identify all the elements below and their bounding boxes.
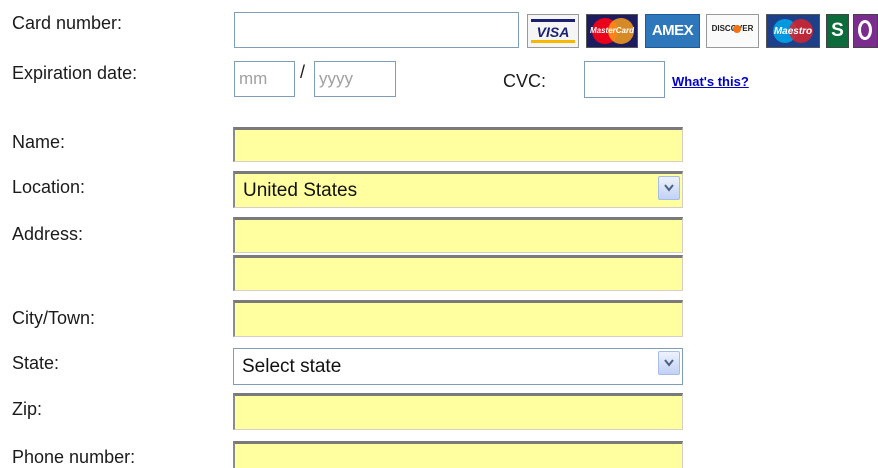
city-label: City/Town: — [12, 308, 96, 328]
state-selected-value: Select state — [242, 355, 342, 377]
expiration-month-input[interactable]: mm — [234, 61, 295, 97]
city-input[interactable] — [233, 300, 683, 337]
expiration-date-label: Expiration date: — [12, 63, 138, 83]
phone-label: Phone number: — [12, 447, 136, 467]
name-label: Name: — [12, 132, 66, 152]
card-number-input[interactable] — [234, 12, 519, 48]
name-input[interactable] — [233, 127, 683, 162]
location-select[interactable]: United States — [233, 171, 683, 208]
chevron-down-icon[interactable] — [658, 176, 680, 200]
location-label: Location: — [12, 177, 86, 197]
expiration-month-placeholder: mm — [239, 69, 268, 88]
zip-label: Zip: — [12, 399, 43, 419]
solo-logo: S — [826, 14, 849, 48]
discover-logo: DISCOVER — [706, 14, 759, 48]
zip-input[interactable] — [233, 393, 683, 430]
amex-logo: AMEX — [645, 14, 700, 48]
address-line1-input[interactable] — [233, 217, 683, 253]
mastercard-logo: MasterCard — [586, 14, 638, 48]
expiration-year-input[interactable]: yyyy — [314, 61, 396, 97]
state-select[interactable]: Select state — [233, 348, 683, 385]
address-label: Address: — [12, 224, 84, 244]
address-line2-input[interactable] — [233, 255, 683, 291]
maestro-logo: Maestro — [766, 14, 820, 48]
phone-input[interactable] — [233, 441, 683, 468]
state-label: State: — [12, 353, 60, 373]
expiration-separator: / — [300, 62, 306, 82]
visa-logo: VISA — [527, 14, 579, 48]
expiration-year-placeholder: yyyy — [319, 69, 353, 88]
location-selected-value: United States — [243, 179, 358, 201]
cvc-label: CVC: — [503, 71, 547, 91]
chevron-down-icon[interactable] — [658, 351, 680, 375]
cvc-input[interactable] — [584, 61, 665, 98]
card-number-label: Card number: — [12, 13, 123, 33]
whats-this-link[interactable]: What's this? — [672, 74, 749, 89]
switch-logo — [853, 14, 878, 48]
